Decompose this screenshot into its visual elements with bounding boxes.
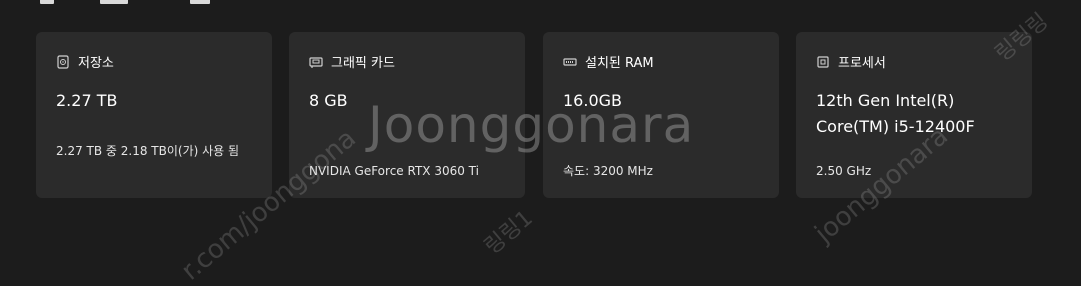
cropped-heading: [40, 0, 230, 6]
processor-icon: [816, 55, 830, 69]
storage-card[interactable]: 저장소 2.27 TB 2.27 TB 중 2.18 TB이(가) 사용 됨: [36, 32, 272, 198]
ram-card-header: 설치된 RAM: [563, 52, 654, 71]
graphics-card-value: 8 GB: [309, 91, 348, 110]
storage-card-detail: 2.27 TB 중 2.18 TB이(가) 사용 됨: [56, 144, 240, 158]
graphics-card-header: 그래픽 카드: [309, 52, 395, 71]
ram-card-value: 16.0GB: [563, 91, 622, 110]
graphics-card-icon: [309, 55, 323, 69]
processor-card-detail: 2.50 GHz: [816, 164, 872, 178]
processor-card[interactable]: 프로세서 12th Gen Intel(R) Core(TM) i5-12400…: [796, 32, 1032, 198]
storage-card-value: 2.27 TB: [56, 91, 118, 110]
processor-card-value: 12th Gen Intel(R) Core(TM) i5-12400F: [816, 91, 975, 136]
storage-card-label: 저장소: [78, 56, 114, 71]
graphics-card-card[interactable]: 그래픽 카드 8 GB NVIDIA GeForce RTX 3060 Ti: [289, 32, 525, 198]
ram-card-detail: 속도: 3200 MHz: [563, 164, 653, 178]
graphics-card-detail: NVIDIA GeForce RTX 3060 Ti: [309, 164, 479, 178]
processor-card-label: 프로세서: [838, 56, 886, 71]
ram-icon: [563, 55, 577, 69]
watermark-diag-bottom: 링링1: [479, 205, 538, 261]
device-specs-cards: 저장소 2.27 TB 2.27 TB 중 2.18 TB이(가) 사용 됨 그…: [36, 32, 1032, 198]
ram-card-label: 설치된 RAM: [585, 56, 654, 71]
ram-card[interactable]: 설치된 RAM 16.0GB 속도: 3200 MHz: [543, 32, 779, 198]
graphics-card-label: 그래픽 카드: [331, 56, 395, 71]
hard-drive-icon: [56, 54, 70, 69]
processor-card-header: 프로세서: [816, 52, 886, 71]
storage-card-header: 저장소: [56, 52, 114, 71]
